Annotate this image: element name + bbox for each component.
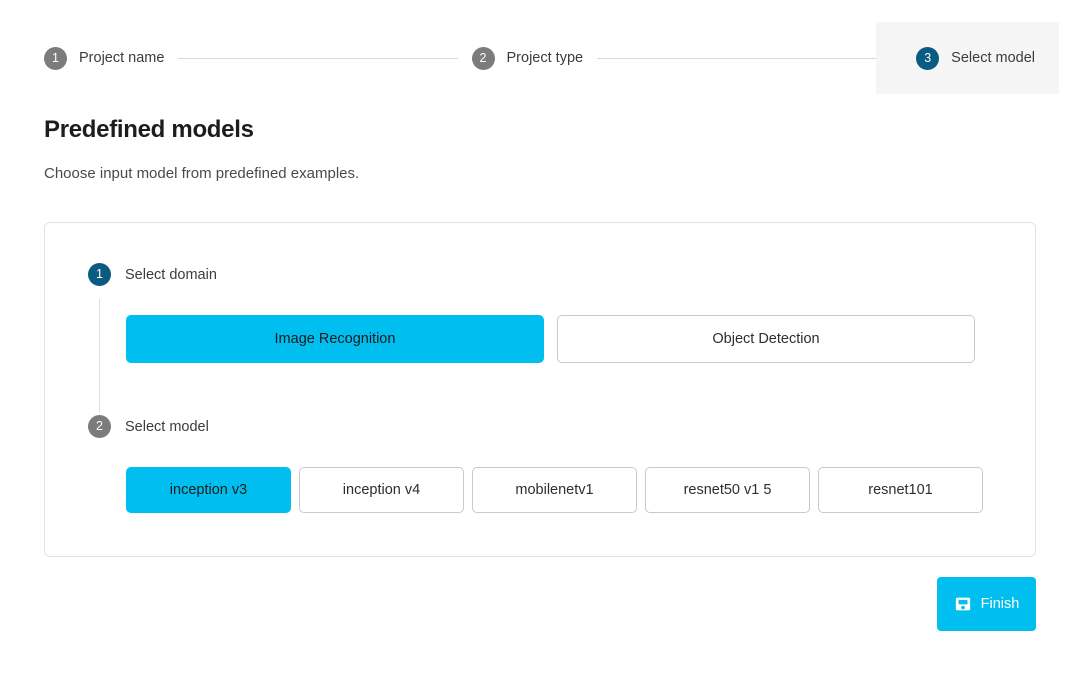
step-number-badge-2: 2 — [471, 46, 495, 70]
model-option-group: inception v3 inception v4 mobilenetv1 re… — [126, 467, 983, 513]
page-title: Predefined models — [44, 116, 254, 143]
model-button-resnet50-v1-5[interactable]: resnet50 v1 5 — [645, 467, 810, 513]
stepper-step-select-model[interactable]: 3 Select model — [876, 22, 1059, 94]
substep-number-badge-2: 2 — [88, 415, 111, 438]
finish-button-label: Finish — [980, 596, 1020, 612]
connector-line-2 — [597, 57, 877, 59]
stepper-gap — [164, 22, 178, 94]
wizard-stepper: 1 Project name 2 Project type 3 Select m… — [0, 22, 1081, 94]
model-button-mobilenetv1[interactable]: mobilenetv1 — [472, 467, 637, 513]
domain-button-image-recognition[interactable]: Image Recognition — [126, 315, 544, 363]
stepper-connector-2 — [597, 22, 877, 94]
finish-button[interactable]: Finish — [937, 577, 1036, 631]
substep-select-model: 2 Select model — [88, 415, 209, 438]
substep-select-domain: 1 Select domain — [88, 263, 217, 286]
stepper-connector-1 — [178, 22, 458, 94]
substep-connector-line — [99, 299, 100, 412]
substep-label-select-domain: Select domain — [125, 266, 217, 283]
substep-label-select-model: Select model — [125, 418, 209, 435]
domain-button-object-detection[interactable]: Object Detection — [557, 315, 975, 363]
predefined-models-page: 1 Project name 2 Project type 3 Select m… — [0, 0, 1081, 681]
step-label-project-type: Project type — [506, 50, 584, 66]
stepper-gap — [583, 22, 597, 94]
model-button-inception-v3[interactable]: inception v3 — [126, 467, 291, 513]
model-button-inception-v4[interactable]: inception v4 — [299, 467, 464, 513]
step-number-badge-3: 3 — [916, 46, 940, 70]
model-button-resnet101[interactable]: resnet101 — [818, 467, 983, 513]
stepper-gap — [458, 22, 472, 94]
model-selection-card: 1 Select domain Image Recognition Object… — [44, 222, 1036, 557]
save-icon — [954, 595, 972, 613]
step-label-select-model: Select model — [951, 50, 1035, 66]
step-label-project-name: Project name — [79, 50, 165, 66]
domain-option-group: Image Recognition Object Detection — [126, 315, 975, 363]
step-number-badge-1: 1 — [44, 46, 67, 70]
stepper-step-project-name[interactable]: 1 Project name — [0, 22, 164, 94]
page-subtitle: Choose input model from predefined examp… — [44, 165, 360, 182]
connector-line-1 — [178, 57, 458, 59]
substep-number-badge-1: 1 — [88, 263, 111, 286]
stepper-step-project-type[interactable]: 2 Project type — [471, 22, 584, 94]
